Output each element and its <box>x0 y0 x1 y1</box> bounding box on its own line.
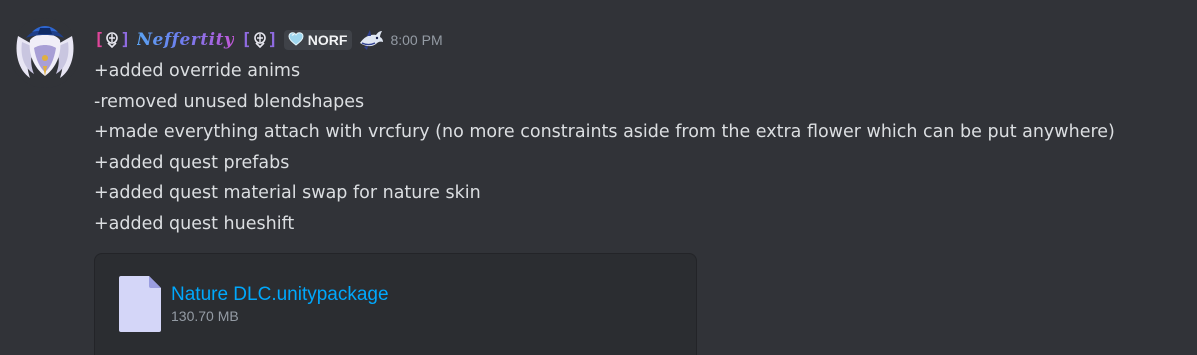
heart-icon <box>288 31 304 50</box>
avatar[interactable] <box>10 18 80 88</box>
message-line: +added override anims <box>94 61 301 81</box>
chat-message: [ ] Neffertity [ ] NORF 8:00 PM +added o… <box>0 0 1197 355</box>
message-line: -removed unused blendshapes <box>94 91 365 112</box>
username[interactable]: Neffertity <box>137 30 235 50</box>
file-attachment: Nature DLC.unitypackage 130.70 MB <box>94 253 697 355</box>
message-header: [ ] Neffertity [ ] NORF 8:00 PM <box>94 28 443 52</box>
role-tag-right: [ ] <box>241 30 278 50</box>
file-size: 130.70 MB <box>171 308 239 324</box>
timestamp[interactable]: 8:00 PM <box>390 32 442 48</box>
role-tag-left: [ ] <box>94 30 131 50</box>
message-line: +added quest material swap for nature sk… <box>94 183 481 204</box>
message-content: +added override anims -removed unused bl… <box>94 56 1115 240</box>
shark-emoji-icon <box>358 29 384 51</box>
file-name-link[interactable]: Nature DLC.unitypackage <box>171 284 389 306</box>
message-line: +made everything attach with vrcfury (no… <box>94 122 1115 143</box>
bracket-close: ] <box>120 30 131 50</box>
bracket-open: [ <box>94 30 105 50</box>
bracket-open: [ <box>241 30 252 50</box>
message-line: +added quest hueshift <box>94 213 295 234</box>
guild-tag[interactable]: NORF <box>283 30 353 50</box>
bracket-close: ] <box>267 30 278 50</box>
guild-tag-text: NORF <box>307 32 348 48</box>
role-emblem-icon <box>253 32 267 48</box>
file-icon <box>119 276 161 336</box>
role-emblem-icon <box>105 32 119 48</box>
message-line: +added quest prefabs <box>94 152 290 173</box>
